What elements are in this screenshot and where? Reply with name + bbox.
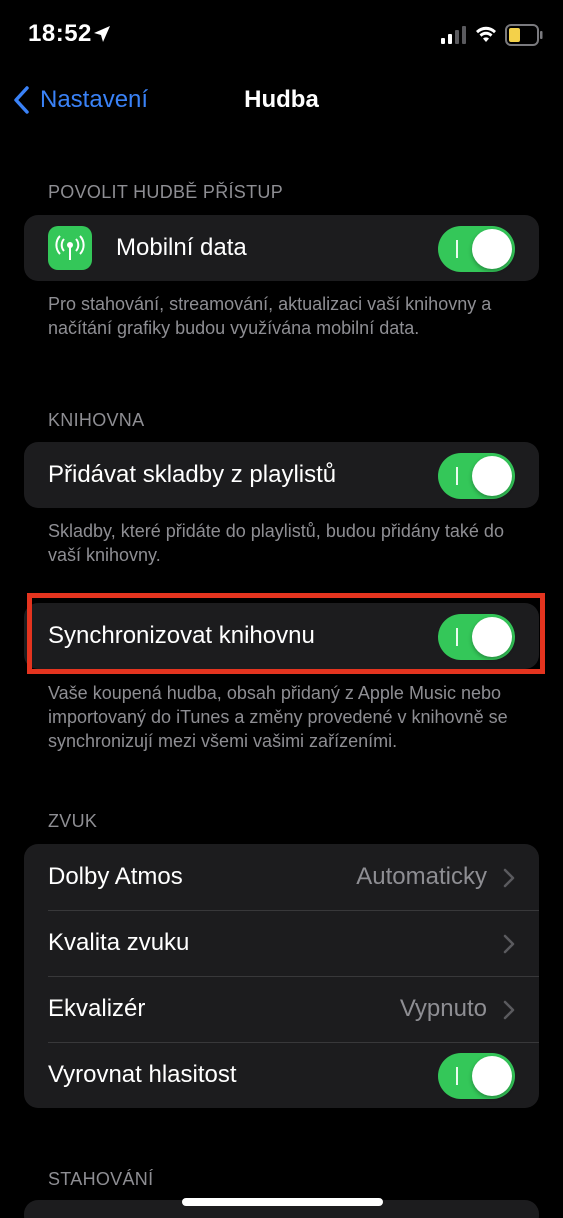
cellular-signal-icon: [441, 26, 466, 44]
mobile-data-label: Mobilní data: [116, 234, 247, 261]
mobile-data-row: Mobilní data: [24, 215, 539, 281]
equalizer-row[interactable]: Ekvalizér Vypnuto: [24, 976, 539, 1042]
equalizer-label: Ekvalizér: [48, 995, 146, 1022]
toggle-knob: [472, 1056, 512, 1096]
dolby-atmos-label: Dolby Atmos: [48, 863, 183, 890]
toggle-knob: [472, 229, 512, 269]
toggle-on-indicator: [456, 467, 458, 485]
location-arrow-icon: [94, 26, 110, 42]
cellular-antenna-icon: [48, 226, 92, 270]
add-songs-footer: Skladby, které přidáte do playlistů, bud…: [48, 521, 504, 565]
home-indicator[interactable]: [182, 1198, 383, 1206]
navigation-bar: Nastavení Hudba: [0, 70, 563, 130]
sound-check-toggle[interactable]: [438, 1053, 515, 1099]
sound-quality-label: Kvalita zvuku: [48, 929, 190, 956]
toggle-on-indicator: [456, 240, 458, 258]
add-songs-label: Přidávat skladby z playlistů: [48, 461, 337, 488]
sound-group: Dolby Atmos Automaticky Kvalita zvuku Ek…: [24, 844, 539, 1108]
add-songs-row: Přidávat skladby z playlistů: [24, 442, 539, 508]
add-songs-toggle[interactable]: [438, 453, 515, 499]
battery-icon: [505, 24, 543, 46]
section-header-downloads: STAHOVÁNÍ: [48, 1169, 154, 1189]
chevron-right-icon: [503, 934, 515, 954]
section-header-sound: ZVUK: [48, 811, 98, 831]
library-group: Přidávat skladby z playlistů: [24, 442, 539, 508]
toggle-knob: [472, 456, 512, 496]
chevron-right-icon: [503, 1000, 515, 1020]
toggle-on-indicator: [456, 1067, 458, 1085]
sound-quality-row[interactable]: Kvalita zvuku: [24, 910, 539, 976]
status-time: 18:52: [28, 20, 92, 47]
sound-check-label: Vyrovnat hlasitost: [48, 1061, 237, 1088]
access-group: Mobilní data: [24, 215, 539, 281]
sound-check-row: Vyrovnat hlasitost: [24, 1042, 539, 1108]
chevron-right-icon: [503, 868, 515, 888]
sync-library-footer: Vaše koupená hudba, obsah přidaný z Appl…: [48, 683, 508, 751]
dolby-atmos-row[interactable]: Dolby Atmos Automaticky: [24, 844, 539, 910]
dolby-atmos-value: Automaticky: [356, 863, 487, 890]
wifi-icon: [476, 26, 496, 42]
mobile-data-toggle[interactable]: [438, 226, 515, 272]
access-footer: Pro stahování, streamování, aktualizaci …: [48, 294, 492, 338]
status-bar: 18:52: [0, 0, 563, 70]
equalizer-value: Vypnuto: [399, 995, 487, 1022]
page-title: Hudba: [244, 86, 319, 113]
highlight-box: [27, 593, 545, 674]
section-header-library: KNIHOVNA: [48, 410, 145, 430]
section-header-access: POVOLIT HUDBĚ PŘÍSTUP: [48, 182, 284, 202]
